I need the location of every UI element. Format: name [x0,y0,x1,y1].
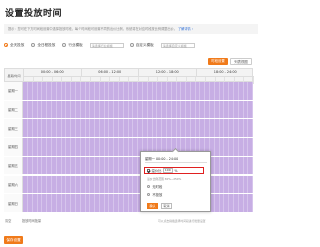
checkbox-checked-icon[interactable] [147,169,150,172]
corner-label: 星期/时间 [5,69,24,83]
day-time-cells[interactable] [23,194,253,212]
popup-confirm-button[interactable]: 确认 [147,203,158,209]
option-a-radio[interactable]: 无时段 [147,184,162,189]
segment-header: 12:00 - 18:00 [139,69,197,76]
notice-text: 提示：您可在下方时间段设置中选择投放时段，每个时间段可设置不同的出价比例，系统将… [8,27,177,31]
day-row: 星期二 [4,100,253,120]
day-label: 星期二 [4,100,23,119]
day-time-cells[interactable] [23,119,253,138]
day-time-cells[interactable] [23,138,253,156]
schedule-header: 星期/时间 00:00 - 06:00 06:00 - 12:00 12:00 … [4,68,254,84]
popup-cancel-button[interactable]: 取消 [161,203,172,209]
radio-icon [62,43,67,47]
day-row: 星期五 [4,156,253,176]
day-row: 星期四 [4,138,253,157]
popup-divider [145,162,207,163]
day-time-cells[interactable] [23,100,253,119]
segment-header: 06:00 - 12:00 [82,69,139,76]
radio-icon [31,43,36,47]
discount-row-highlight: 溢价比 100 % [144,167,204,174]
mode-full-schedule-radio[interactable]: 全日程投放 [31,43,55,48]
batch-select-button[interactable]: 投放时间批量 [22,218,41,224]
schedule-grid: 星期/时间 00:00 - 06:00 06:00 - 12:00 12:00 … [4,68,254,213]
segment-header: 00:00 - 06:00 [24,69,82,76]
time-slot-popup: 星期一 00:00 - 24:00 溢价比 100 % 溢价比例范围 30%~2… [140,147,211,212]
discount-input[interactable]: 100 [162,168,173,173]
radio-selected-icon [4,43,8,47]
save-settings-button[interactable]: 保存设置 [4,236,23,244]
schedule-mode-radios: 全天投放 全日程投放 行业模板 请选择行业模板 自定义模板 请选择自定义模板 [4,41,201,49]
day-label: 星期日 [4,194,23,212]
discount-unit: % [174,168,178,173]
day-row: 星期六 [4,175,253,195]
clear-button[interactable]: 清空 [5,218,11,224]
day-label: 星期三 [4,119,23,138]
day-label: 星期四 [4,138,23,156]
industry-template-select[interactable]: 请选择行业模板 [89,42,124,48]
option-b-radio[interactable]: 不投放 [147,192,162,197]
day-time-cells[interactable] [23,175,253,194]
segment-header: 18:00 - 24:00 [213,70,237,74]
page-title: 设置投放时间 [5,9,63,19]
notice-bar: 提示：您可在下方时间段设置中选择投放时段，每个时间段可设置不同的出价比例，系统将… [4,24,258,34]
radio-icon [147,192,151,197]
discount-label: 溢价比 [151,169,162,173]
day-time-cells[interactable] [23,156,253,175]
grid-note: 可以点击拖拽选择时间段进行批量设置 [158,219,206,223]
mode-industry-template-radio[interactable]: 行业模板 [62,43,83,48]
mode-custom-template-radio[interactable]: 自定义模板 [129,43,154,48]
day-row: 星期日 [4,194,253,213]
day-label: 星期一 [4,82,23,100]
discount-hint: 溢价比例范围 30%~250% [147,177,182,181]
schedule-rows: 星期一 星期二 星期三 星期四 星期五 星期六 星期日 [4,82,253,213]
popup-title: 星期一 00:00 - 24:00 [145,157,179,161]
mode-all-day-radio[interactable]: 全天投放 [4,43,24,48]
notice-link[interactable]: 了解详情 › [178,27,193,31]
batch-setting-button[interactable]: 时段设置 [208,58,228,65]
list-view-button[interactable]: 列表视图 [230,58,252,65]
day-label: 星期五 [4,156,23,175]
day-time-cells[interactable] [23,82,253,100]
day-row: 星期一 [4,82,253,101]
radio-icon [147,184,151,189]
radio-icon [129,43,134,47]
day-label: 星期六 [4,175,23,194]
day-row: 星期三 [4,119,253,139]
custom-template-select[interactable]: 请选择自定义模板 [160,42,195,48]
